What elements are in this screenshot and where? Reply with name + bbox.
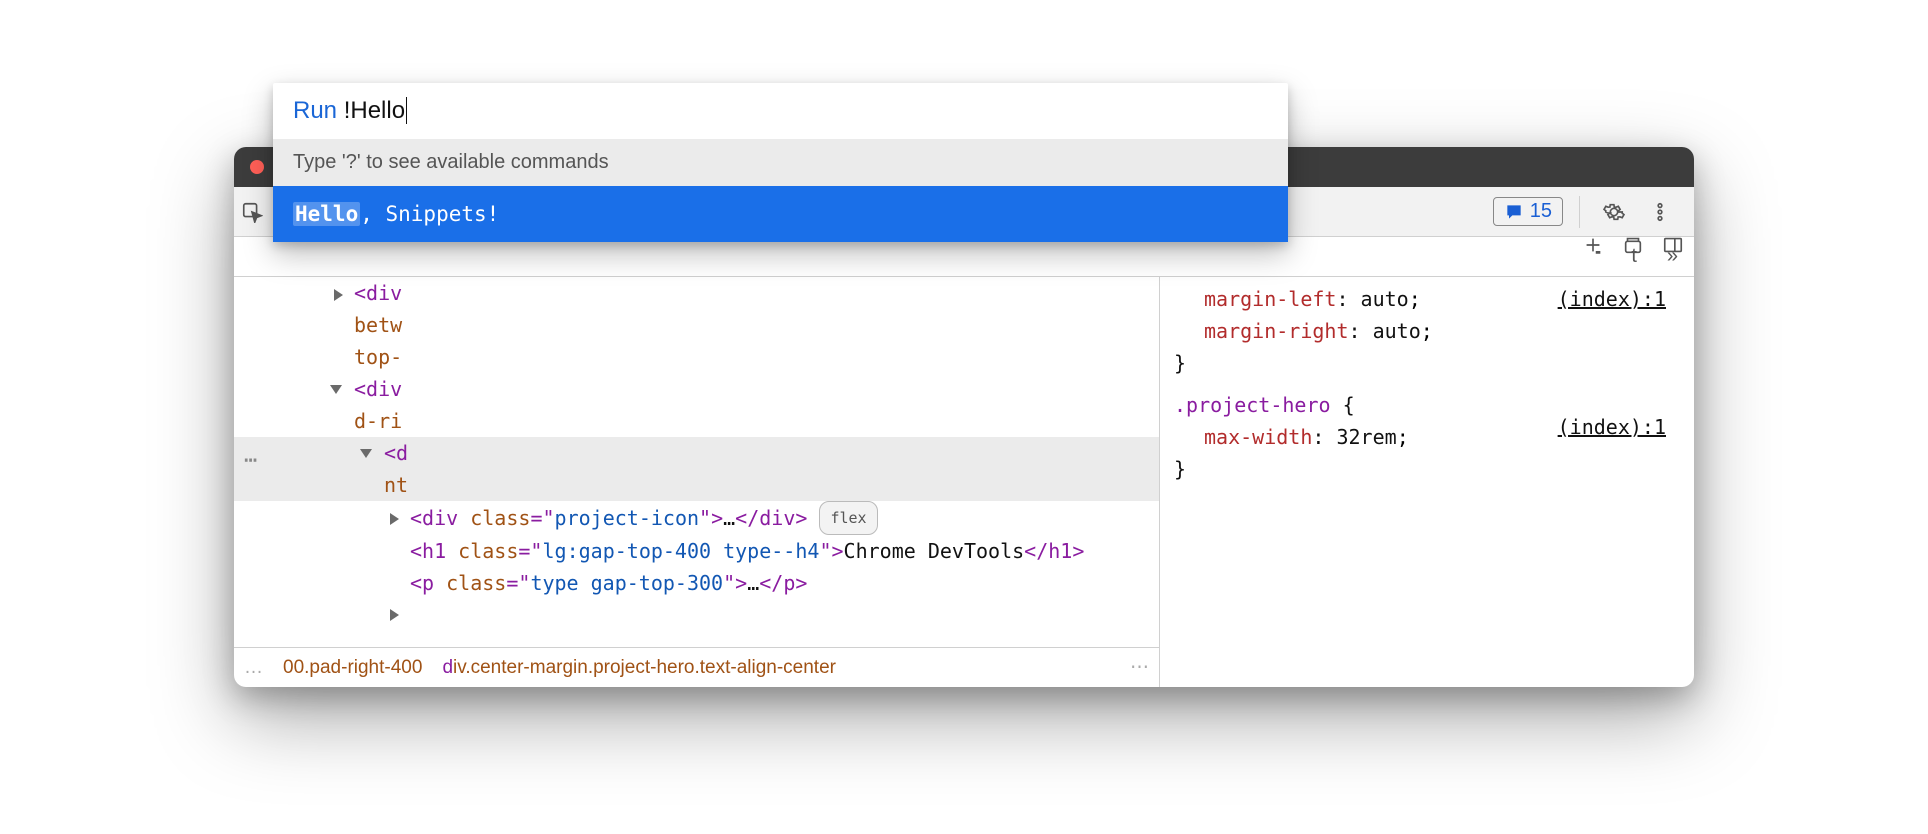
toggle-pane-icon[interactable]	[1662, 233, 1684, 265]
styles-subtabs: t »	[234, 237, 1694, 277]
styles-panel[interactable]: (index):1 margin-left: auto; margin-righ…	[1159, 277, 1694, 687]
breadcrumb-item[interactable]: div.center-margin.project-hero.text-alig…	[442, 652, 836, 684]
dom-node[interactable]: <div	[234, 373, 1159, 405]
breadcrumb-item[interactable]: 00.pad-right-400	[283, 652, 422, 684]
expand-caret-icon[interactable]	[334, 289, 359, 301]
flex-badge[interactable]: flex	[819, 501, 877, 535]
dom-node[interactable]: top-	[234, 341, 1159, 373]
selected-dom-node[interactable]: ⋯ <d nt	[234, 437, 1159, 501]
dom-node[interactable]: <h1 class="lg:gap-top-400 type--h4">Chro…	[234, 535, 1159, 567]
source-link[interactable]: (index):1	[1558, 283, 1666, 315]
separator	[1579, 196, 1580, 228]
settings-icon[interactable]	[1596, 201, 1632, 223]
breadcrumb-overflow-right[interactable]: ⋯	[1130, 652, 1149, 684]
command-hint: Type '?' to see available commands	[273, 147, 1288, 186]
source-link[interactable]: (index):1	[1558, 411, 1666, 443]
command-result[interactable]: Hello, Snippets!	[273, 186, 1288, 242]
collapse-caret-icon[interactable]	[360, 449, 372, 458]
command-result-rest: , Snippets!	[360, 202, 499, 226]
expand-caret-icon[interactable]	[390, 513, 415, 525]
messages-count-button[interactable]: 15	[1493, 197, 1563, 226]
dom-node[interactable]: <div	[234, 277, 1159, 309]
devtools-window: DevTools - developer.chrome.com/docs/dev…	[234, 147, 1694, 687]
dom-node[interactable]: d-ri	[234, 405, 1159, 437]
messages-count-label: 15	[1530, 200, 1552, 223]
dom-node[interactable]: <div class="project-icon">…</div> flex	[234, 501, 1159, 535]
collapse-caret-icon[interactable]	[330, 385, 342, 394]
breadcrumb: … 00.pad-right-400 div.center-margin.pro…	[234, 647, 1159, 687]
ellipsis-icon[interactable]: ⋯	[244, 445, 257, 477]
kebab-menu-icon[interactable]	[1642, 201, 1678, 223]
content: <div betw top- <div d-ri ⋯ <d nt <div cl…	[234, 277, 1694, 687]
new-rule-icon[interactable]	[1582, 233, 1604, 265]
elements-panel[interactable]: <div betw top- <div d-ri ⋯ <d nt <div cl…	[234, 277, 1159, 687]
command-result-match: Hello	[293, 202, 360, 226]
command-palette: Run !Hello Type '?' to see available com…	[273, 147, 1288, 242]
toggle-classes-icon[interactable]	[1622, 233, 1644, 265]
expand-caret-icon[interactable]	[390, 609, 415, 621]
inspect-icon[interactable]	[234, 201, 270, 223]
breadcrumb-overflow-left[interactable]: …	[244, 652, 263, 684]
dom-node[interactable]: betw	[234, 309, 1159, 341]
dom-node[interactable]: <p class="type gap-top-300">…</p>	[234, 567, 1159, 599]
